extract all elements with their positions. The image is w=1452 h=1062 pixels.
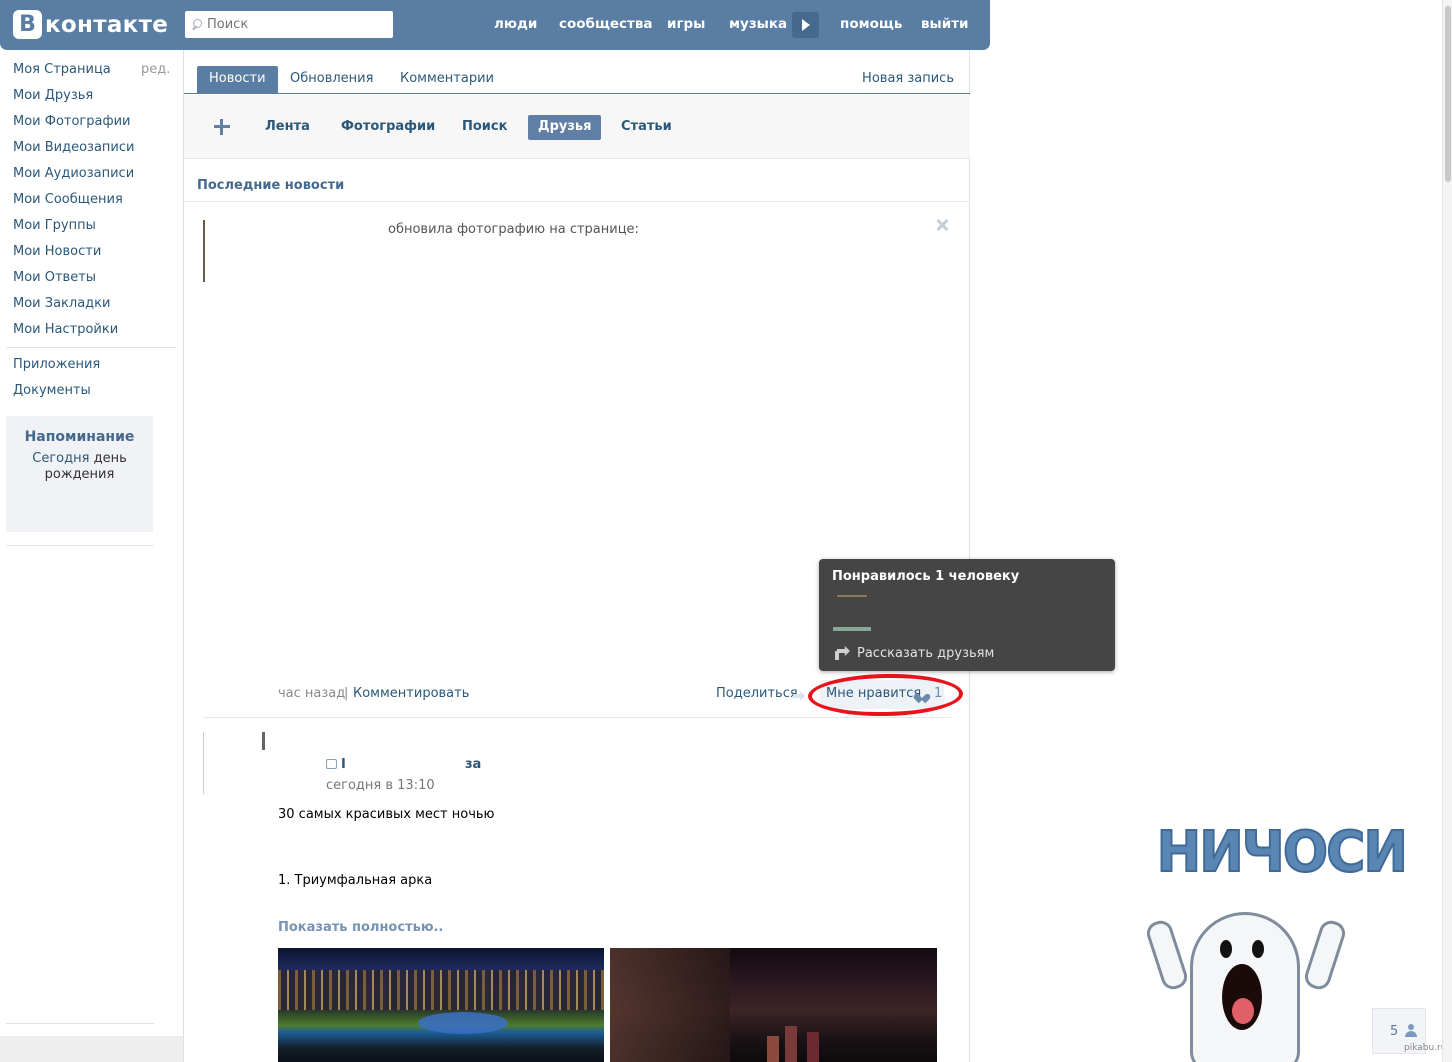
- filter-photos[interactable]: Фотографии: [331, 115, 445, 140]
- new-post-link[interactable]: Новая запись: [862, 71, 954, 86]
- search-icon: [191, 18, 205, 32]
- likes-tooltip: Понравилось 1 человеку Рассказать друзья…: [819, 559, 1115, 671]
- logo-icon: В: [13, 10, 42, 39]
- filter-search[interactable]: Поиск: [452, 115, 517, 140]
- scrollbar-thumb[interactable]: [1445, 6, 1451, 182]
- sidebar-edit-link[interactable]: ред.: [141, 62, 170, 77]
- post-divider: [203, 717, 951, 718]
- close-icon[interactable]: [935, 218, 949, 232]
- news-feed: Новости Обновления Комментарии Новая зап…: [183, 50, 970, 1062]
- sidebar-item-bookmarks[interactable]: Мои Закладки: [13, 296, 110, 311]
- nav-help[interactable]: помощь: [840, 16, 902, 32]
- tooltip-title[interactable]: Понравилось 1 человеку: [832, 569, 1019, 584]
- bottom-strip: [0, 1036, 183, 1062]
- nav-people[interactable]: люди: [494, 16, 537, 32]
- tab-news[interactable]: Новости: [197, 66, 278, 93]
- sidebar-item-apps[interactable]: Приложения: [13, 357, 100, 372]
- ghost-mouth: [1222, 964, 1262, 1030]
- nav-games-link[interactable]: игры: [667, 16, 705, 32]
- sidebar-divider: [6, 347, 176, 348]
- nav-people-link[interactable]: люди: [494, 16, 537, 32]
- sidebar-item-messages[interactable]: Мои Сообщения: [13, 192, 123, 207]
- ghost-arm: [1301, 917, 1349, 993]
- ghost-sticker: [1143, 912, 1350, 1062]
- sidebar-divider: [6, 1023, 154, 1024]
- filter-feed[interactable]: Лента: [255, 115, 320, 140]
- repost-icon: [326, 759, 337, 769]
- post-text: 30 самых красивых мест ночью: [278, 807, 495, 822]
- feed-filters: Лента Фотографии Поиск Друзья Статьи: [184, 95, 970, 159]
- tab-updates[interactable]: Обновления: [278, 66, 385, 93]
- sidebar-divider: [6, 545, 154, 546]
- post-photo[interactable]: [610, 948, 937, 1062]
- user-icon: [1405, 1024, 1417, 1038]
- post-text-item: 1. Триумфальная арка: [278, 873, 433, 888]
- meta-separator: |: [344, 686, 349, 701]
- post-photo[interactable]: [278, 948, 604, 1062]
- sidebar-item-audio[interactable]: Мои Аудиозаписи: [13, 166, 134, 181]
- nav-music[interactable]: музыка: [729, 16, 787, 32]
- top-header: В контакте люди сообщества игры музыка п…: [0, 0, 990, 50]
- post-author-end[interactable]: за: [465, 757, 481, 772]
- sidebar-item-documents[interactable]: Документы: [13, 383, 91, 398]
- tab-comments[interactable]: Комментарии: [388, 66, 506, 93]
- sidebar-item-news[interactable]: Мои Новости: [13, 244, 101, 259]
- tell-friends-button[interactable]: Рассказать друзьям: [857, 646, 994, 661]
- scrollbar[interactable]: [1442, 0, 1452, 1062]
- birthday-reminder: Напоминание Сегодня день рождения: [6, 416, 153, 532]
- nav-logout[interactable]: выйти: [921, 16, 969, 32]
- sidebar-item-friends[interactable]: Мои Друзья: [13, 88, 93, 103]
- play-icon[interactable]: [792, 12, 819, 38]
- search-input[interactable]: [207, 17, 387, 32]
- nav-games[interactable]: игры: [667, 16, 705, 32]
- post-marker: [262, 732, 265, 750]
- nav-communities-link[interactable]: сообщества: [559, 16, 653, 32]
- show-more-link[interactable]: Показать полностью..: [278, 920, 443, 935]
- avatar[interactable]: [203, 220, 205, 282]
- search-box[interactable]: [185, 11, 393, 38]
- logo-text: контакте: [45, 11, 169, 38]
- ghost-eye: [1252, 940, 1264, 958]
- filter-friends[interactable]: Друзья: [528, 115, 602, 140]
- friends-online-count: 5: [1390, 1024, 1399, 1039]
- reminder-title: Напоминание: [24, 429, 135, 445]
- reminder-today[interactable]: Сегодня: [32, 451, 89, 466]
- post-time[interactable]: час назад: [278, 686, 345, 701]
- nav-music-link[interactable]: музыка: [729, 16, 787, 32]
- nav-help-link[interactable]: помощь: [840, 16, 902, 32]
- left-sidebar: Моя Страница ред. Мои Друзья Мои Фотогра…: [0, 50, 183, 1062]
- section-divider: [184, 201, 970, 202]
- ghost-arm: [1143, 917, 1191, 993]
- sidebar-item-my-page[interactable]: Моя Страница: [13, 62, 111, 77]
- nav-logout-link[interactable]: выйти: [921, 16, 969, 32]
- ghost-eye: [1220, 940, 1232, 958]
- post-date[interactable]: сегодня в 13:10: [326, 778, 435, 793]
- section-title: Последние новости: [197, 178, 345, 193]
- sticker-text: НИЧОСИ: [1156, 819, 1409, 886]
- share-arrow-icon[interactable]: [835, 646, 850, 660]
- sidebar-item-photos[interactable]: Мои Фотографии: [13, 114, 130, 129]
- watermark: pikabu.ru: [1404, 1043, 1447, 1053]
- vk-logo[interactable]: В контакте: [13, 10, 168, 39]
- avatar[interactable]: [833, 627, 871, 631]
- avatar[interactable]: [203, 732, 204, 794]
- post-author[interactable]: I: [341, 757, 346, 772]
- news-tabs: Новости Обновления Комментарии Новая зап…: [184, 50, 970, 94]
- sidebar-item-settings[interactable]: Мои Настройки: [13, 322, 118, 337]
- post-text: обновила фотографию на странице:: [388, 222, 639, 237]
- sidebar-item-groups[interactable]: Мои Группы: [13, 218, 96, 233]
- share-link[interactable]: Поделиться: [716, 686, 798, 701]
- reminder-text: Сегодня день рождения: [6, 451, 153, 483]
- sidebar-item-answers[interactable]: Мои Ответы: [13, 270, 96, 285]
- avatar[interactable]: [837, 595, 867, 597]
- comment-link[interactable]: Комментировать: [353, 686, 469, 701]
- plus-icon[interactable]: [214, 119, 230, 135]
- sidebar-item-videos[interactable]: Мои Видеозаписи: [13, 140, 134, 155]
- filter-articles[interactable]: Статьи: [611, 115, 682, 140]
- nav-communities[interactable]: сообщества: [559, 16, 653, 32]
